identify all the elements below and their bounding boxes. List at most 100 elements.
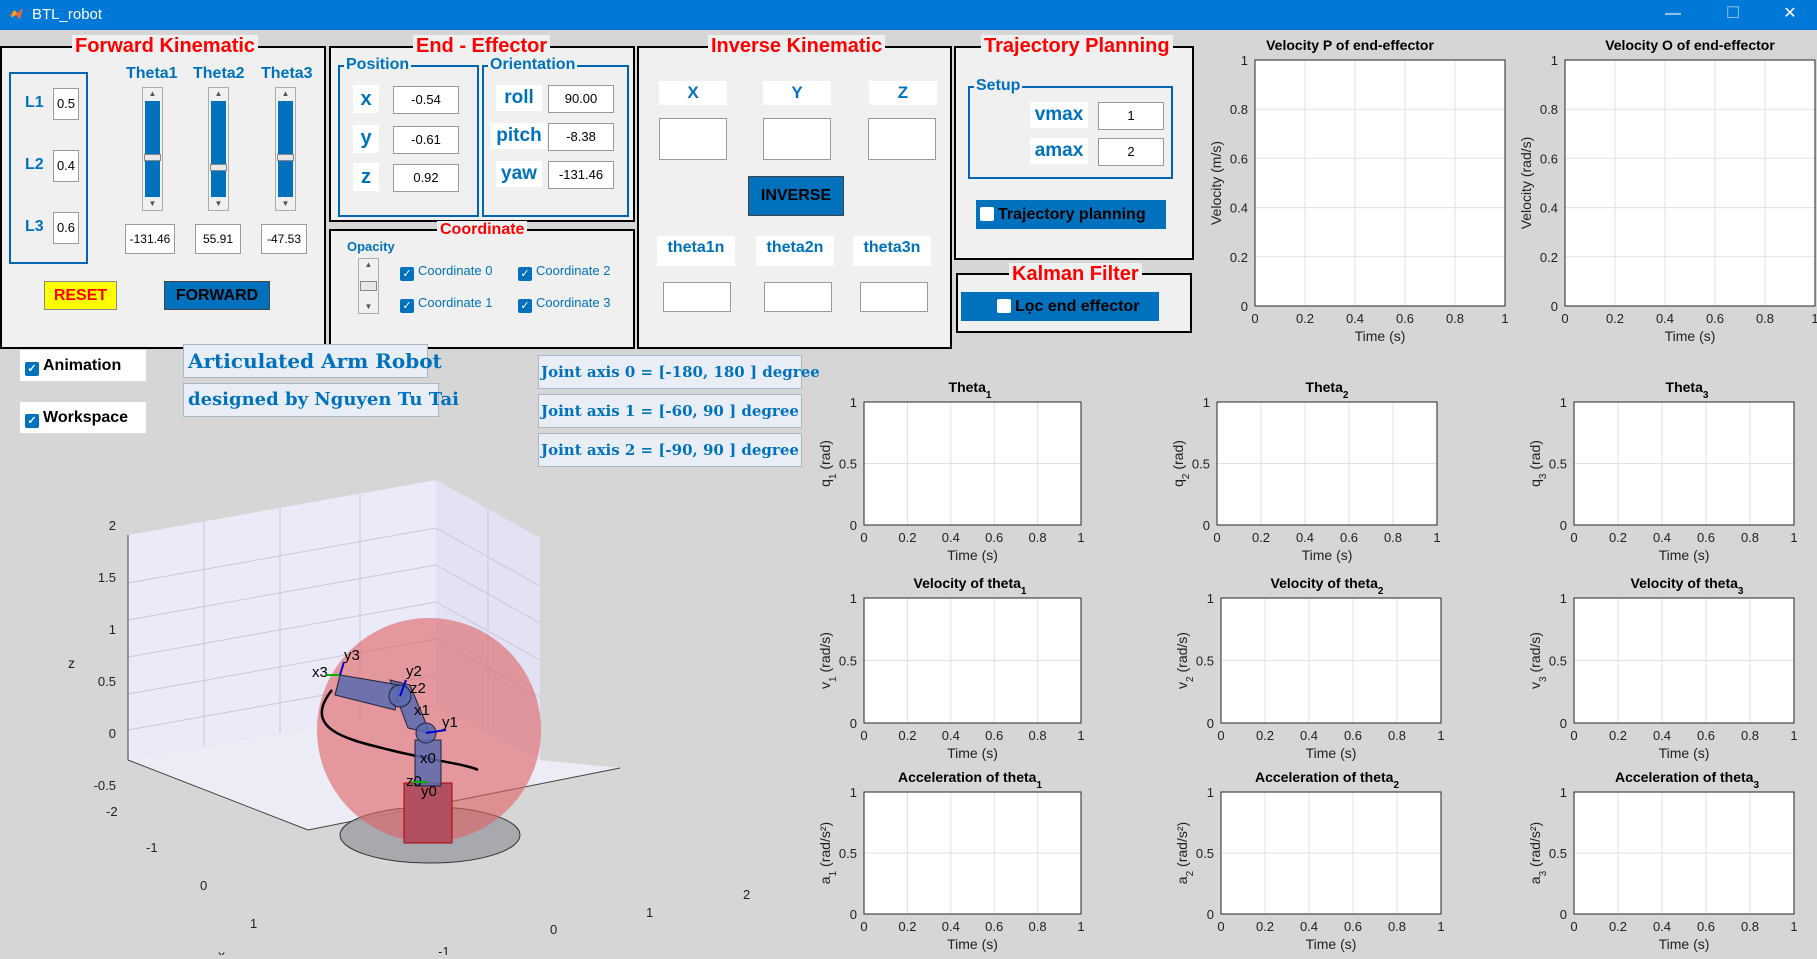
y-tick-label: 0.5	[839, 846, 857, 861]
x-axis-label: Time (s)	[947, 745, 998, 761]
x-tick-label: 0.6	[1697, 919, 1715, 934]
y-tick-label: 0	[1203, 518, 1210, 533]
chart-title: Acceleration of theta2	[1255, 769, 1399, 791]
x-tick-label: 0.2	[1609, 919, 1627, 934]
y-tick-label: 0.4	[1230, 201, 1248, 216]
x-tick-label: 0.6	[1344, 728, 1362, 743]
y-tick-label: 0.5	[839, 654, 857, 669]
x-tick-label: 1	[1437, 728, 1444, 743]
plot-area	[1254, 59, 1506, 307]
y-tick-label: 0	[1241, 299, 1248, 314]
figure-area: Forward Kinematic L1 0.5 L2 0.4 L3 0.6 T…	[0, 30, 1817, 959]
y-tick-label: 0.4	[1540, 201, 1558, 216]
x-tick-label: 0.2	[898, 728, 916, 743]
y-tick-label: 0.5	[1192, 457, 1210, 472]
y-tick-label: 0.6	[1540, 151, 1558, 166]
x-tick-label: 1	[1077, 530, 1084, 545]
x-axis-label: Time (s)	[1306, 745, 1357, 761]
y-tick-label: 1	[1560, 395, 1567, 410]
y-axis-label: v2 (rad/s)	[1174, 632, 1196, 689]
x-axis-label: Time (s)	[1659, 936, 1710, 952]
x-axis-label: Time (s)	[1659, 547, 1710, 563]
x-tick-label: 0	[860, 530, 867, 545]
y-tick-label: 0	[1560, 907, 1567, 922]
x-tick-label: 0.6	[1396, 311, 1414, 326]
x-tick-label: 1	[1077, 728, 1084, 743]
x-tick-label: 0.6	[985, 919, 1003, 934]
x-tick-label: 0	[1217, 728, 1224, 743]
y-tick-label: 0.5	[1549, 457, 1567, 472]
x-axis-label: Time (s)	[1306, 936, 1357, 952]
y-tick-label: 1	[1203, 395, 1210, 410]
maximize-button[interactable]: ☐	[1704, 0, 1762, 30]
minimize-button[interactable]: —	[1644, 0, 1702, 30]
x-axis-label: Time (s)	[1665, 328, 1716, 344]
x-axis-label: Time (s)	[1302, 547, 1353, 563]
x-tick-label: 0.8	[1741, 919, 1759, 934]
x-tick-label: 0.6	[1706, 311, 1724, 326]
y-tick-label: 0	[1207, 716, 1214, 731]
matlab-logo-icon	[9, 8, 23, 20]
plot-area	[1564, 59, 1816, 307]
y-tick-label: 0	[850, 716, 857, 731]
y-axis-label: a3 (rad/s²)	[1527, 822, 1549, 884]
y-tick-label: 0.5	[1196, 654, 1214, 669]
x-tick-label: 0.4	[1656, 311, 1674, 326]
chart-title: Velocity of theta1	[914, 575, 1027, 597]
x-tick-label: 1	[1811, 311, 1817, 326]
x-axis-label: Time (s)	[947, 547, 998, 563]
y-axis-label: q1 (rad)	[817, 440, 839, 487]
x-tick-label: 0.2	[1606, 311, 1624, 326]
chart-title: Theta3	[1666, 379, 1709, 401]
x-tick-label: 0	[1570, 728, 1577, 743]
x-tick-label: 0.2	[898, 919, 916, 934]
y-axis-label: v1 (rad/s)	[817, 632, 839, 689]
y-tick-label: 1	[850, 591, 857, 606]
charts-layer: 0 0.2 0.4 0.6 0.8 1 0 0.2 0.4 0.6 0.8 1 Velocity P o…	[817, 37, 1817, 952]
x-tick-label: 0	[1217, 919, 1224, 934]
x-tick-label: 0.4	[1346, 311, 1364, 326]
y-tick-label: 1	[850, 395, 857, 410]
x-tick-label: 0.4	[942, 728, 960, 743]
x-tick-label: 0.8	[1446, 311, 1464, 326]
x-tick-label: 1	[1501, 311, 1508, 326]
y-tick-label: 0	[1560, 716, 1567, 731]
x-tick-label: 0.2	[1609, 530, 1627, 545]
chart-title: Acceleration of theta3	[1615, 769, 1759, 791]
x-tick-label: 0.2	[898, 530, 916, 545]
x-tick-label: 0	[1570, 530, 1577, 545]
y-tick-label: 0	[1560, 518, 1567, 533]
x-tick-label: 0.8	[1741, 728, 1759, 743]
x-tick-label: 0.4	[942, 919, 960, 934]
y-tick-label: 0	[850, 907, 857, 922]
x-tick-label: 1	[1077, 919, 1084, 934]
y-tick-label: 1	[1560, 785, 1567, 800]
y-axis-label: v3 (rad/s)	[1527, 632, 1549, 689]
x-tick-label: 0.6	[1344, 919, 1362, 934]
x-tick-label: 1	[1790, 530, 1797, 545]
y-tick-label: 0.2	[1540, 250, 1558, 265]
x-tick-label: 0.4	[1300, 919, 1318, 934]
x-tick-label: 0.2	[1256, 728, 1274, 743]
x-axis-label: Time (s)	[947, 936, 998, 952]
chart-title: Velocity of theta2	[1271, 575, 1384, 597]
x-tick-label: 0.2	[1296, 311, 1314, 326]
y-axis-label: q3 (rad)	[1527, 440, 1549, 487]
x-tick-label: 0	[860, 919, 867, 934]
y-axis-label: Velocity (rad/s)	[1518, 137, 1534, 230]
x-tick-label: 1	[1790, 919, 1797, 934]
x-tick-label: 0.4	[1653, 919, 1671, 934]
x-tick-label: 0.6	[1697, 530, 1715, 545]
x-tick-label: 0.4	[1653, 728, 1671, 743]
y-tick-label: 0.6	[1230, 151, 1248, 166]
x-tick-label: 0.8	[1029, 728, 1047, 743]
y-tick-label: 0.8	[1230, 102, 1248, 117]
y-tick-label: 1	[1560, 591, 1567, 606]
y-tick-label: 0.5	[1549, 654, 1567, 669]
y-tick-label: 0.5	[1549, 846, 1567, 861]
y-tick-label: 0.5	[1196, 846, 1214, 861]
x-tick-label: 0.8	[1029, 530, 1047, 545]
x-tick-label: 0.6	[1340, 530, 1358, 545]
close-button[interactable]: ✕	[1761, 0, 1817, 30]
x-tick-label: 0.4	[942, 530, 960, 545]
